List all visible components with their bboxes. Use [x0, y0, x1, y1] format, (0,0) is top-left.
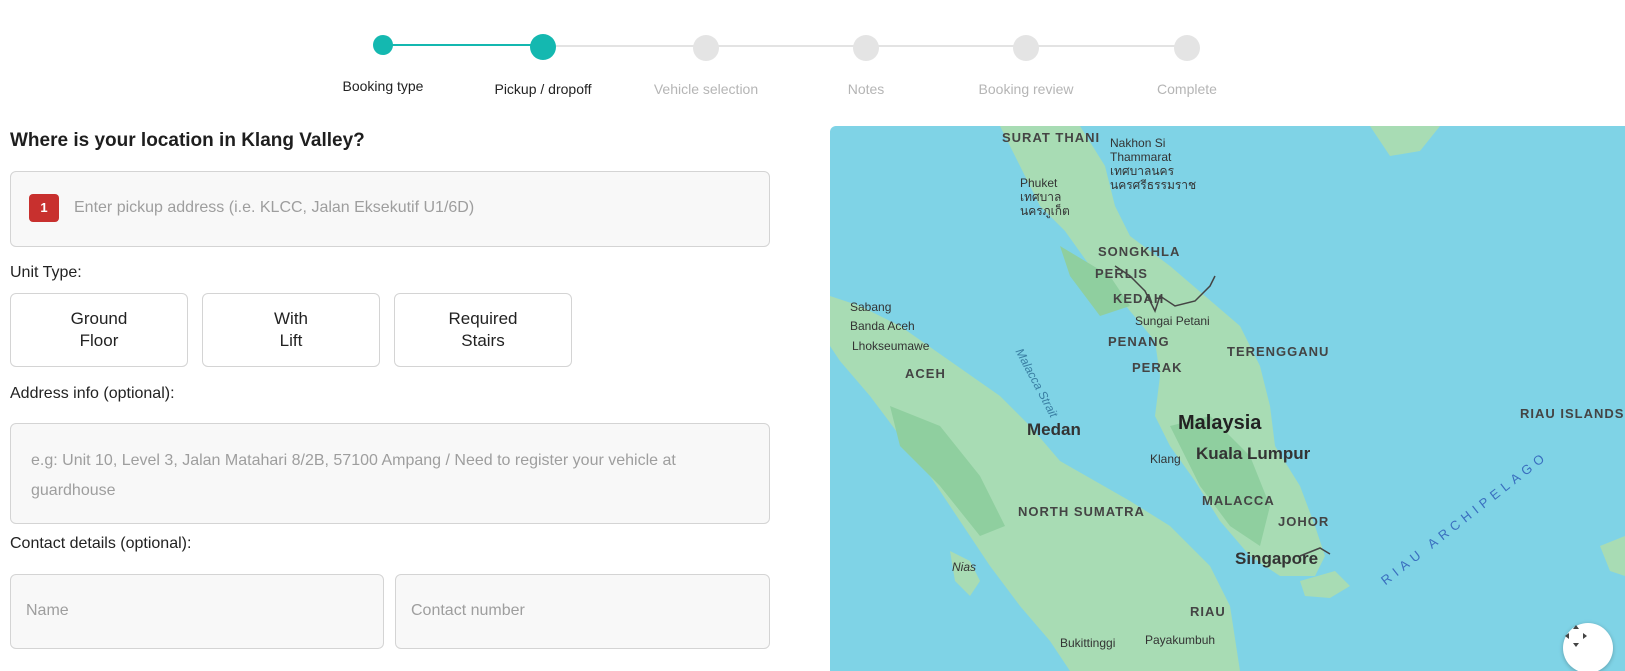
location-map[interactable]: SURAT THANI Nakhon Si Thammarat เทศบาลนค… — [830, 126, 1625, 671]
map-label-songkhla: SONGKHLA — [1098, 244, 1181, 259]
map-label-penang: PENANG — [1108, 334, 1170, 349]
step-label-notes: Notes — [847, 81, 885, 97]
step-dot-booking-review — [1013, 35, 1039, 61]
unit-type-required-stairs-label: Required Stairs — [448, 309, 518, 350]
step-dot-vehicle-selection — [693, 35, 719, 61]
pickup-address-input[interactable]: 1 Enter pickup address (i.e. KLCC, Jalan… — [10, 171, 770, 247]
map-label-north-sumatra: NORTH SUMATRA — [1018, 504, 1145, 519]
step-label-vehicle-selection: Vehicle selection — [653, 81, 759, 97]
address-info-label: Address info (optional): — [10, 385, 175, 402]
map-label-surat-thani: SURAT THANI — [1002, 130, 1101, 145]
contact-details-label: Contact details (optional): — [10, 535, 192, 552]
map-label-medan: Medan — [1027, 420, 1081, 439]
map-label-malacca: MALACCA — [1202, 493, 1275, 508]
map-label-johor: JOHOR — [1278, 514, 1330, 529]
map-label-banda-aceh: Banda Aceh — [850, 319, 915, 333]
contact-number-input[interactable]: Contact number — [395, 574, 770, 649]
map-label-riau-islands: RIAU ISLANDS — [1520, 406, 1625, 421]
address-info-placeholder: e.g: Unit 10, Level 3, Jalan Matahari 8/… — [31, 452, 676, 499]
map-label-kuala-lumpur: Kuala Lumpur — [1196, 444, 1311, 463]
map-fullscreen-button[interactable] — [1563, 623, 1613, 671]
step-label-booking-type[interactable]: Booking type — [303, 78, 463, 94]
step-dot-notes — [853, 35, 879, 61]
map-label-sungai-petani: Sungai Petani — [1135, 314, 1210, 328]
unit-type-with-lift-label: With Lift — [274, 309, 308, 350]
map-label-singapore: Singapore — [1235, 549, 1319, 568]
page-title: Where is your location in Klang Valley? — [10, 130, 365, 151]
map-label-bukittinggi: Bukittinggi — [1060, 636, 1116, 650]
map-label-sabang: Sabang — [850, 300, 892, 314]
map-label-malaysia: Malaysia — [1178, 412, 1262, 434]
step-label-booking-review: Booking review — [978, 81, 1074, 97]
map-label-perlis: PERLIS — [1095, 266, 1148, 281]
fullscreen-arrows-icon — [1565, 625, 1587, 647]
map-label-klang: Klang — [1150, 452, 1181, 466]
step-label-complete: Complete — [1157, 81, 1217, 97]
map-label-phuket: Phuket เทศบาล นครภูเก็ต — [1020, 176, 1070, 218]
unit-type-ground-floor-button[interactable]: Ground Floor — [10, 293, 188, 367]
step-dot-pickup-dropoff[interactable] — [530, 34, 556, 60]
step-label-pickup-dropoff[interactable]: Pickup / dropoff — [463, 81, 623, 97]
unit-type-label: Unit Type: — [10, 264, 82, 281]
map-label-nias: Nias — [952, 560, 977, 574]
booking-stepper: Booking type Pickup / dropoff Vehicle se… — [0, 0, 1625, 110]
unit-type-required-stairs-button[interactable]: Required Stairs — [394, 293, 572, 367]
pickup-number-badge: 1 — [29, 194, 59, 222]
step-dot-booking-type[interactable] — [373, 35, 393, 55]
contact-name-input[interactable]: Name — [10, 574, 384, 649]
unit-type-ground-floor-label: Ground Floor — [70, 309, 128, 350]
map-label-lhokseumawe: Lhokseumawe — [852, 339, 930, 353]
map-terrain — [830, 126, 1625, 671]
stepper-progress-line — [383, 44, 543, 46]
contact-name-placeholder: Name — [26, 602, 69, 619]
map-label-aceh: ACEH — [905, 366, 946, 381]
address-info-textarea[interactable]: e.g: Unit 10, Level 3, Jalan Matahari 8/… — [10, 423, 770, 524]
pickup-address-placeholder: Enter pickup address (i.e. KLCC, Jalan E… — [74, 199, 475, 216]
step-dot-complete — [1174, 35, 1200, 61]
map-label-nakhon: Nakhon Si Thammarat เทศบาลนคร นครศรีธรรม… — [1110, 136, 1197, 192]
map-label-kedah: KEDAH — [1113, 291, 1165, 306]
map-label-riau: RIAU — [1190, 604, 1226, 619]
map-label-payakumbuh: Payakumbuh — [1145, 633, 1216, 647]
contact-number-placeholder: Contact number — [411, 602, 525, 619]
map-label-terengganu: TERENGGANU — [1227, 344, 1330, 359]
unit-type-with-lift-button[interactable]: With Lift — [202, 293, 380, 367]
map-label-perak: PERAK — [1132, 360, 1183, 375]
